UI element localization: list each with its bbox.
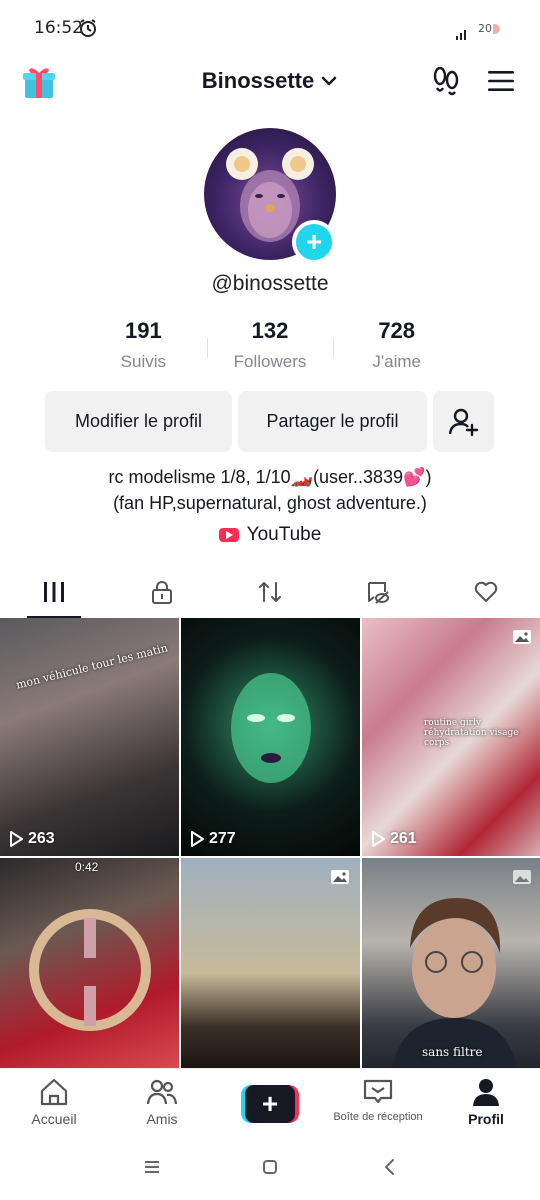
play-icon: [10, 831, 23, 847]
stat-followers[interactable]: 132 Followers: [206, 318, 334, 378]
youtube-link[interactable]: YouTube: [0, 524, 540, 546]
top-nav: Binossette: [0, 56, 540, 108]
youtube-label: YouTube: [246, 524, 322, 545]
menu-icon[interactable]: [487, 68, 515, 94]
stat-likes-value: 728: [378, 318, 416, 343]
tab-private[interactable]: [108, 566, 216, 618]
view-count: 263: [9, 830, 55, 848]
stat-likes[interactable]: 728 J'aime: [333, 318, 460, 378]
stat-following[interactable]: 191 Suivis: [80, 318, 207, 378]
bookmark-hidden-icon: [368, 582, 389, 604]
tab-reposts[interactable]: [216, 566, 324, 618]
status-bar: 16:52 20: [0, 0, 540, 56]
battery-indicator: 20: [478, 22, 500, 35]
nav-profile-label: Profil: [468, 1111, 504, 1127]
profile-tabs: [0, 566, 540, 618]
tab-liked[interactable]: [432, 566, 540, 618]
video-grid: mon véhicule tour les matin 263 277 rout…: [0, 618, 540, 1068]
photo-icon: [513, 630, 531, 644]
nav-inbox[interactable]: Boîte de réception: [324, 1069, 432, 1134]
battery-level: 20: [478, 22, 492, 35]
stat-following-value: 191: [124, 318, 162, 343]
thumbnail-caption: routine girly réhydratation visage corps: [424, 718, 519, 748]
tab-hidden[interactable]: [324, 566, 432, 618]
video-thumbnail[interactable]: routine girly réhydratation visage corps…: [362, 618, 540, 856]
inbox-icon: [363, 1079, 393, 1104]
stat-following-label: Suivis: [120, 352, 167, 371]
thumbnail-caption: sans filtre: [422, 1045, 483, 1059]
play-icon: [191, 831, 204, 847]
home-icon: [40, 1078, 68, 1106]
alarm-icon: [80, 19, 96, 37]
nav-friends[interactable]: Amis: [108, 1069, 216, 1134]
thumbnail-art: [392, 898, 517, 1068]
thumbnail-art: [231, 673, 311, 783]
signal-icon: [456, 30, 466, 40]
profile-actions: Modifier le profil Partager le profil: [45, 391, 494, 452]
friends-icon: [146, 1079, 178, 1105]
video-thumbnail[interactable]: [181, 858, 360, 1068]
nav-friends-label: Amis: [146, 1111, 178, 1127]
thumbnail-caption: mon véhicule tour les matin: [14, 641, 170, 692]
plus-icon: +: [245, 1085, 295, 1123]
nav-profile[interactable]: Profil: [432, 1069, 540, 1134]
stat-likes-label: J'aime: [372, 352, 421, 371]
thumbnail-art: [29, 909, 151, 1031]
bio-line-2: (fan HP,supernatural, ghost adventure.): [113, 493, 427, 513]
video-thumbnail[interactable]: sans filtre: [362, 858, 540, 1068]
battery-icon: [493, 23, 500, 34]
video-thumbnail[interactable]: 277: [181, 618, 360, 856]
avatar-container[interactable]: +: [204, 128, 336, 264]
stat-followers-label: Followers: [233, 352, 307, 371]
youtube-icon: [218, 528, 239, 542]
edit-profile-button[interactable]: Modifier le profil: [45, 391, 232, 452]
add-user-icon: [448, 408, 478, 436]
profile-handle: @binossette: [211, 272, 329, 295]
view-count: 277: [190, 830, 236, 848]
profile-stats: 191 Suivis 132 Followers 728 J'aime: [80, 318, 460, 378]
nav-inbox-label: Boîte de réception: [333, 1111, 423, 1123]
view-count: 261: [371, 830, 417, 848]
nav-home-label: Accueil: [31, 1111, 77, 1127]
profile-icon: [473, 1079, 499, 1106]
lock-icon: [152, 581, 172, 604]
grid-icon: [44, 582, 64, 602]
footprint-icon[interactable]: [431, 66, 461, 96]
status-time: 16:52: [34, 18, 83, 38]
view-count-value: 261: [390, 830, 417, 847]
view-count-value: 263: [28, 830, 55, 847]
home-button-icon[interactable]: [260, 1157, 280, 1177]
video-thumbnail[interactable]: 0:42: [0, 858, 179, 1068]
tab-videos[interactable]: [0, 566, 108, 618]
view-count-value: 277: [209, 830, 236, 847]
bottom-nav: Accueil Amis + Boîte de réception Profil: [0, 1068, 540, 1134]
chevron-down-icon: [321, 76, 337, 86]
create-button[interactable]: +: [241, 1085, 299, 1123]
repost-icon: [259, 582, 281, 602]
share-profile-button[interactable]: Partager le profil: [238, 391, 427, 452]
nav-create[interactable]: +: [216, 1069, 324, 1134]
photo-icon: [331, 870, 349, 884]
back-icon[interactable]: [380, 1157, 400, 1177]
nav-home[interactable]: Accueil: [0, 1069, 108, 1134]
heart-icon: [474, 581, 498, 602]
stat-followers-value: 132: [251, 318, 289, 343]
video-thumbnail[interactable]: mon véhicule tour les matin 263: [0, 618, 179, 856]
profile-bio: rc modelisme 1/8, 1/10🏎️(user..3839💕) (f…: [0, 464, 540, 516]
add-avatar-button[interactable]: +: [292, 220, 336, 264]
bio-line-1: rc modelisme 1/8, 1/10🏎️(user..3839💕): [108, 467, 432, 487]
system-nav: [0, 1134, 540, 1200]
recent-apps-icon[interactable]: [142, 1157, 162, 1177]
play-icon: [372, 831, 385, 847]
add-friend-button[interactable]: [433, 391, 494, 452]
username-title: Binossette: [201, 68, 315, 93]
